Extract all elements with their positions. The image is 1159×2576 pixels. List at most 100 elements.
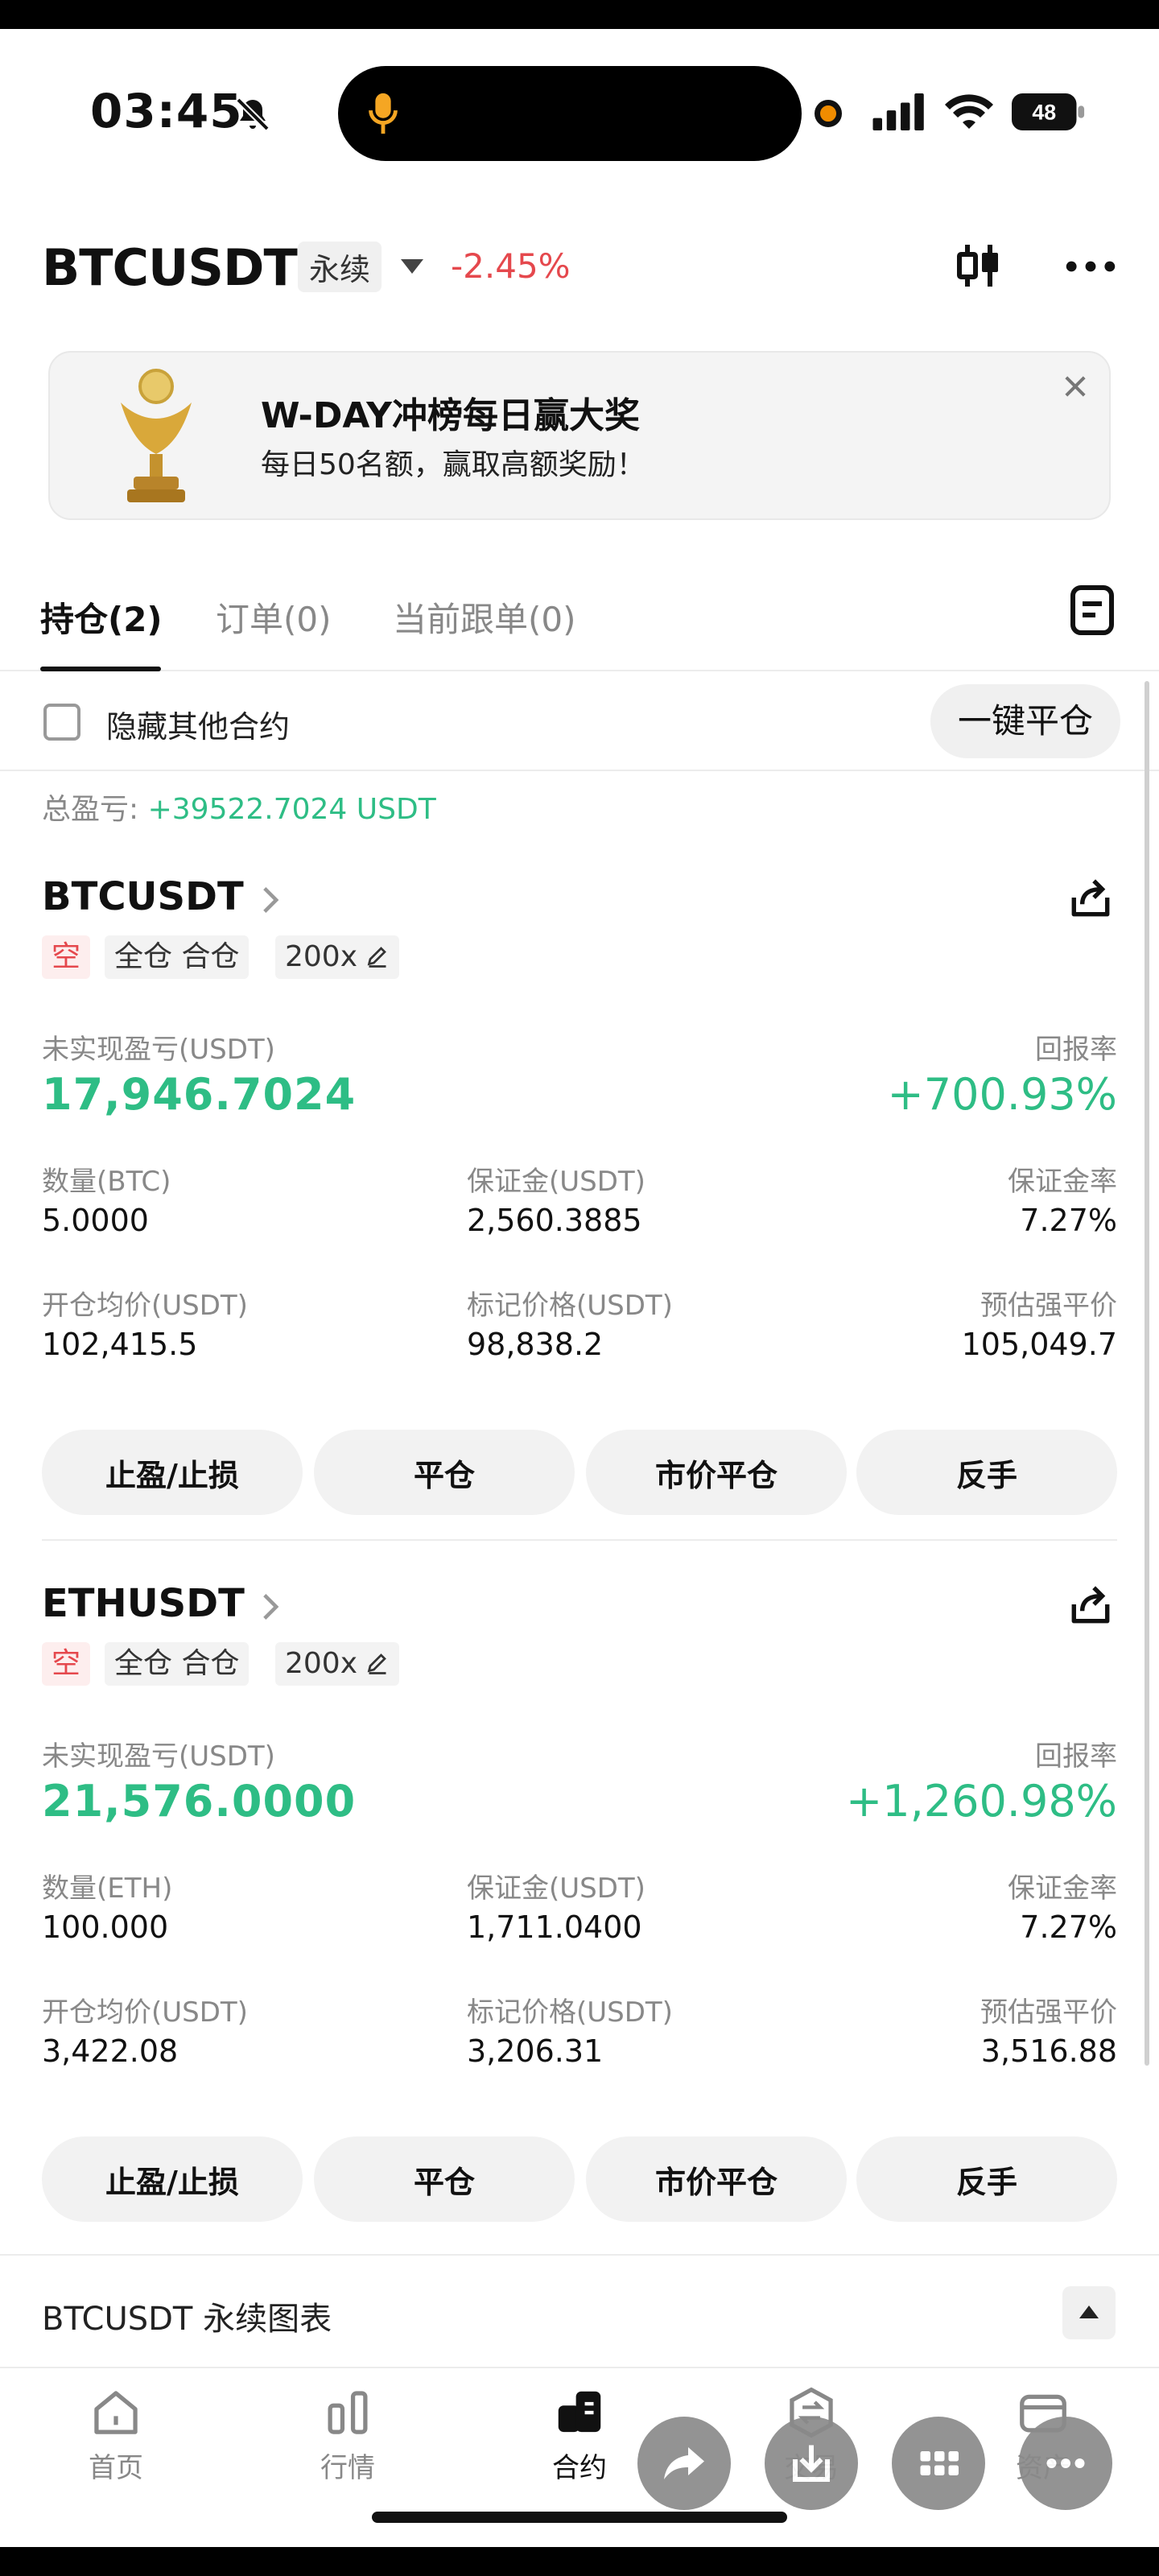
upnl-value: 21,576.0000 bbox=[42, 1776, 357, 1827]
close-position-button[interactable]: 平仓 bbox=[314, 2136, 575, 2222]
nav-home[interactable]: 首页 bbox=[43, 2384, 188, 2485]
entry-price-value: 3,422.08 bbox=[42, 2033, 179, 2069]
recording-indicator bbox=[815, 100, 842, 127]
tab-positions[interactable]: 持仓(2) bbox=[40, 592, 163, 642]
leverage-value: 200x bbox=[285, 940, 358, 973]
edit-pencil-icon bbox=[367, 947, 386, 968]
leverage-tag[interactable]: 200x bbox=[275, 1642, 400, 1686]
contract-type-badge[interactable]: 永续 bbox=[298, 242, 382, 292]
margin-mode-tag[interactable]: 全仓 合仓 bbox=[105, 1642, 250, 1686]
leverage-tag[interactable]: 200x bbox=[275, 935, 400, 979]
mark-price-value: 98,838.2 bbox=[467, 1327, 604, 1362]
share-forward-button[interactable] bbox=[637, 2417, 731, 2510]
total-pnl: 总盈亏: +39522.7024 USDT bbox=[42, 786, 436, 828]
history-document-icon[interactable] bbox=[1069, 584, 1116, 636]
position-card: ETHUSDT 空 全仓 合仓 200x 未实现盈亏(USDT) 回报率 21,… bbox=[42, 1581, 1117, 2257]
liq-price-label: 预估强平价 bbox=[980, 1996, 1117, 2029]
home-indicator[interactable] bbox=[372, 2512, 787, 2523]
forward-arrow-icon bbox=[664, 2447, 704, 2479]
market-icon bbox=[328, 2391, 368, 2434]
ellipsis-icon bbox=[1046, 2458, 1085, 2468]
futures-icon bbox=[558, 2391, 601, 2433]
battery-icon: 48 bbox=[1012, 93, 1085, 130]
share-icon[interactable] bbox=[1067, 1581, 1114, 1628]
share-icon[interactable] bbox=[1067, 874, 1114, 921]
roe-label: 回报率 bbox=[1035, 1740, 1117, 1773]
filter-row: 隐藏其他合约 一键平仓 bbox=[0, 673, 1159, 771]
apps-grid-button[interactable] bbox=[892, 2417, 985, 2510]
qty-label: 数量(BTC) bbox=[42, 1166, 171, 1198]
promo-banner[interactable]: W-DAY冲榜每日赢大奖 每日50名额，赢取高额奖励！ bbox=[48, 351, 1111, 520]
grid-icon bbox=[920, 2451, 959, 2475]
tp-sl-button[interactable]: 止盈/止损 bbox=[42, 1430, 303, 1515]
caret-down-icon[interactable] bbox=[401, 259, 423, 274]
cellular-signal-icon bbox=[872, 93, 924, 130]
close-icon[interactable] bbox=[1062, 374, 1088, 399]
qty-label: 数量(ETH) bbox=[42, 1872, 173, 1905]
chevron-right-icon[interactable] bbox=[261, 1592, 280, 1621]
banner-subtitle: 每日50名额，赢取高额奖励！ bbox=[261, 448, 645, 481]
home-icon bbox=[94, 2391, 138, 2434]
edit-pencil-icon bbox=[367, 1653, 386, 1674]
microphone-icon bbox=[369, 93, 398, 134]
mark-price-label: 标记价格(USDT) bbox=[467, 1996, 673, 2029]
reverse-position-button[interactable]: 反手 bbox=[856, 1430, 1117, 1515]
position-symbol[interactable]: BTCUSDT bbox=[42, 874, 244, 919]
chevron-right-icon[interactable] bbox=[261, 886, 280, 914]
chart-section-header[interactable]: BTCUSDT 永续图表 bbox=[0, 2254, 1159, 2367]
liq-price-value: 3,516.88 bbox=[980, 2033, 1117, 2069]
dynamic-island bbox=[338, 66, 802, 161]
entry-price-label: 开仓均价(USDT) bbox=[42, 1290, 248, 1322]
hide-other-contracts-label[interactable]: 隐藏其他合约 bbox=[106, 702, 290, 746]
hide-other-contracts-checkbox[interactable] bbox=[43, 704, 80, 741]
reverse-position-button[interactable]: 反手 bbox=[856, 2136, 1117, 2222]
liq-price-label: 预估强平价 bbox=[980, 1290, 1117, 1322]
margin-mode-tag[interactable]: 全仓 合仓 bbox=[105, 935, 250, 979]
close-position-button[interactable]: 平仓 bbox=[314, 1430, 575, 1515]
qty-value: 100.000 bbox=[42, 1909, 169, 1945]
download-button[interactable] bbox=[765, 2417, 858, 2510]
market-close-button[interactable]: 市价平仓 bbox=[586, 1430, 847, 1515]
clock: 03:45 bbox=[90, 84, 243, 138]
margin-rate-label: 保证金率 bbox=[1008, 1872, 1117, 1905]
margin-value: 2,560.3885 bbox=[467, 1203, 642, 1238]
nav-futures[interactable]: 合约 bbox=[507, 2384, 652, 2485]
upnl-value: 17,946.7024 bbox=[42, 1069, 357, 1120]
mark-price-label: 标记价格(USDT) bbox=[467, 1290, 673, 1322]
nav-market[interactable]: 行情 bbox=[275, 2384, 420, 2485]
app-screen: 03:45 48 BTCUSDT 永续 -2.45% W-DAY冲榜每日赢大奖 … bbox=[0, 29, 1159, 2547]
roe-value: +700.93% bbox=[887, 1069, 1117, 1120]
tab-orders[interactable]: 订单(0) bbox=[216, 592, 332, 642]
side-tag: 空 bbox=[42, 1642, 91, 1686]
close-all-button[interactable]: 一键平仓 bbox=[930, 684, 1120, 758]
download-icon bbox=[793, 2445, 830, 2482]
battery-level: 48 bbox=[1032, 101, 1056, 125]
tab-copy-trading[interactable]: 当前跟单(0) bbox=[393, 592, 576, 642]
chart-section-label: BTCUSDT 永续图表 bbox=[42, 2301, 332, 2338]
contract-header: BTCUSDT 永续 -2.45% bbox=[42, 230, 1117, 303]
more-actions-button[interactable] bbox=[1019, 2417, 1112, 2510]
position-symbol[interactable]: ETHUSDT bbox=[42, 1581, 245, 1626]
total-pnl-label: 总盈亏: bbox=[42, 793, 139, 826]
roe-value: +1,260.98% bbox=[845, 1776, 1117, 1827]
upnl-label: 未实现盈亏(USDT) bbox=[42, 1034, 275, 1066]
liq-price-value: 105,049.7 bbox=[961, 1327, 1117, 1362]
candlestick-chart-icon[interactable] bbox=[953, 240, 1004, 291]
expand-chart-icon[interactable] bbox=[1062, 2286, 1116, 2339]
margin-label: 保证金(USDT) bbox=[467, 1872, 645, 1905]
scrollbar[interactable] bbox=[1145, 681, 1149, 2066]
margin-rate-label: 保证金率 bbox=[1008, 1166, 1117, 1198]
status-bar: 03:45 48 bbox=[0, 29, 1159, 198]
entry-price-label: 开仓均价(USDT) bbox=[42, 1996, 248, 2029]
margin-rate-value: 7.27% bbox=[1020, 1203, 1117, 1238]
nav-label: 行情 bbox=[320, 2452, 375, 2484]
price-change: -2.45% bbox=[451, 246, 571, 286]
more-options-icon[interactable] bbox=[1064, 246, 1117, 287]
wifi-icon bbox=[945, 94, 993, 129]
pair-title[interactable]: BTCUSDT bbox=[42, 238, 298, 297]
trophy-icon bbox=[121, 369, 192, 502]
banner-title: W-DAY冲榜每日赢大奖 bbox=[261, 395, 641, 436]
tp-sl-button[interactable]: 止盈/止损 bbox=[42, 2136, 303, 2222]
total-pnl-value: +39522.7024 USDT bbox=[147, 793, 436, 826]
market-close-button[interactable]: 市价平仓 bbox=[586, 2136, 847, 2222]
